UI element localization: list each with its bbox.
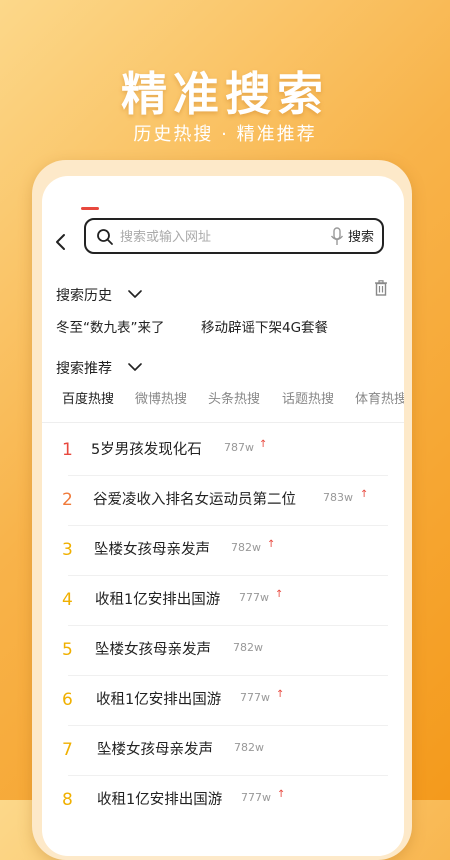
heat-count: 782w xyxy=(231,541,261,554)
item-title: 收租1亿安排出国游 xyxy=(96,692,222,708)
tab-baidu[interactable]: 百度热搜 xyxy=(62,388,114,407)
history-title: 搜索历史 xyxy=(56,288,112,304)
search-button[interactable]: 搜索 xyxy=(348,226,374,245)
item-title: 坠楼女孩母亲发声 xyxy=(97,742,213,758)
phone-screen: 搜索 搜索历史 冬至“数九表”来了 移动辟谣下架4G套餐 搜索推荐 百度热搜 微… xyxy=(42,176,404,856)
list-item[interactable]: 6 收租1亿安排出国游 777w ↑ xyxy=(62,676,388,726)
trend-up-icon: ↑ xyxy=(360,489,369,500)
chevron-down-icon[interactable] xyxy=(128,362,142,372)
promo-title: 精准搜索 xyxy=(121,67,329,121)
item-title: 坠楼女孩母亲发声 xyxy=(95,642,211,658)
item-title: 谷爱凌收入排名女运动员第二位 xyxy=(93,492,296,508)
trend-up-icon: ↑ xyxy=(259,439,268,450)
rank-number: 3 xyxy=(62,540,73,560)
item-title: 5岁男孩发现化石 xyxy=(91,442,202,458)
rank-number: 2 xyxy=(62,490,73,510)
tab-topic[interactable]: 话题热搜 xyxy=(282,388,334,407)
divider xyxy=(42,422,404,423)
list-item[interactable]: 7 坠楼女孩母亲发声 782w xyxy=(62,726,388,776)
tab-sports[interactable]: 体育热搜 xyxy=(355,388,404,407)
heat-count: 777w xyxy=(240,691,270,704)
mic-icon[interactable] xyxy=(330,227,344,247)
list-item[interactable]: 2 谷爱凌收入排名女运动员第二位 783w ↑ xyxy=(62,476,388,526)
promo-subtitle: 历史热搜 · 精准推荐 xyxy=(133,124,317,145)
heat-count: 777w xyxy=(241,791,271,804)
rank-number: 5 xyxy=(62,640,73,660)
rank-number: 1 xyxy=(62,440,73,460)
list-item[interactable]: 4 收租1亿安排出国游 777w ↑ xyxy=(62,576,388,626)
chevron-down-icon[interactable] xyxy=(128,289,142,299)
list-item[interactable]: 5 坠楼女孩母亲发声 782w xyxy=(62,626,388,676)
list-item[interactable]: 1 5岁男孩发现化石 787w ↑ xyxy=(62,426,388,476)
item-title: 坠楼女孩母亲发声 xyxy=(94,542,210,558)
heat-count: 782w xyxy=(234,741,264,754)
back-icon[interactable] xyxy=(52,233,70,251)
history-item[interactable]: 冬至“数九表”来了 xyxy=(56,316,165,336)
trend-up-icon: ↑ xyxy=(276,689,285,700)
trash-icon[interactable] xyxy=(374,280,388,296)
heat-count: 777w xyxy=(239,591,269,604)
tab-weibo[interactable]: 微博热搜 xyxy=(135,388,187,407)
rank-number: 8 xyxy=(62,790,73,810)
search-icon xyxy=(97,229,113,245)
rank-number: 4 xyxy=(62,590,73,610)
rank-number: 7 xyxy=(62,740,73,760)
list-item[interactable]: 3 坠楼女孩母亲发声 782w ↑ xyxy=(62,526,388,576)
tab-toutiao[interactable]: 头条热搜 xyxy=(208,388,260,407)
item-title: 收租1亿安排出国游 xyxy=(95,592,221,608)
trend-up-icon: ↑ xyxy=(267,539,276,550)
hot-search-tabs: 百度热搜 微博热搜 头条热搜 话题热搜 体育热搜 xyxy=(42,388,404,418)
trend-up-icon: ↑ xyxy=(275,589,284,600)
search-bar: 搜索 xyxy=(84,218,384,254)
heat-count: 783w xyxy=(323,491,353,504)
item-title: 收租1亿安排出国游 xyxy=(97,792,223,808)
trend-up-icon: ↑ xyxy=(277,789,286,800)
history-item[interactable]: 移动辟谣下架4G套餐 xyxy=(201,316,328,336)
list-item[interactable]: 8 收租1亿安排出国游 777w ↑ xyxy=(62,776,388,826)
heat-count: 782w xyxy=(233,641,263,654)
rank-number: 6 xyxy=(62,690,73,710)
search-input[interactable] xyxy=(120,226,320,248)
recommend-title: 搜索推荐 xyxy=(56,361,112,377)
active-tab-indicator xyxy=(81,207,99,210)
heat-count: 787w xyxy=(224,441,254,454)
